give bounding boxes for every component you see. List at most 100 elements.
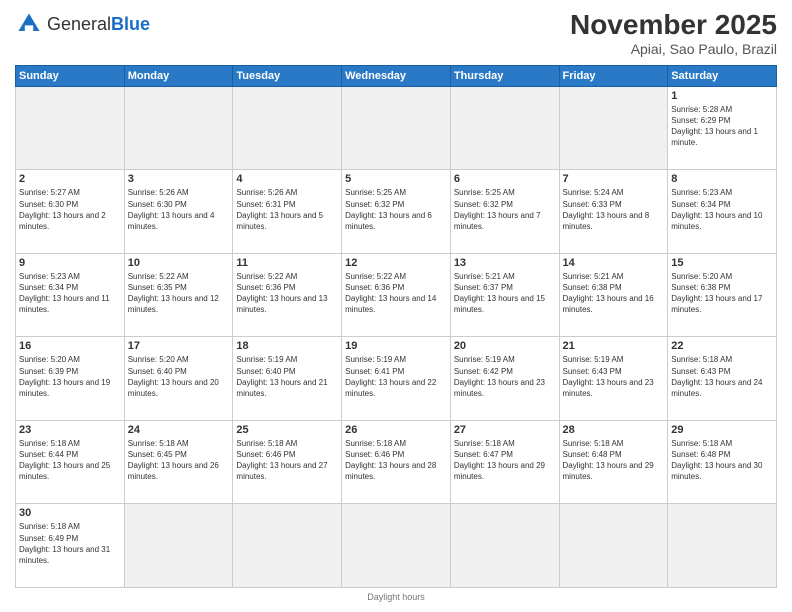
- day-number: 12: [345, 257, 447, 269]
- day-number: 16: [19, 340, 121, 352]
- day-info: Sunrise: 5:18 AMSunset: 6:44 PMDaylight:…: [19, 438, 121, 483]
- day-number: 6: [454, 173, 556, 185]
- calendar-cell: [342, 86, 451, 170]
- col-header-sunday: Sunday: [16, 65, 125, 86]
- calendar-cell: 19 Sunrise: 5:19 AMSunset: 6:41 PMDayligh…: [342, 337, 451, 421]
- footer-note: Daylight hours: [15, 592, 777, 602]
- day-info: Sunrise: 5:23 AMSunset: 6:34 PMDaylight:…: [19, 271, 121, 316]
- day-info: Sunrise: 5:21 AMSunset: 6:38 PMDaylight:…: [563, 271, 665, 316]
- day-info: Sunrise: 5:21 AMSunset: 6:37 PMDaylight:…: [454, 271, 556, 316]
- calendar-cell: [559, 504, 668, 588]
- day-info: Sunrise: 5:22 AMSunset: 6:36 PMDaylight:…: [236, 271, 338, 316]
- day-number: 30: [19, 507, 121, 519]
- day-info: Sunrise: 5:18 AMSunset: 6:43 PMDaylight:…: [671, 354, 773, 399]
- day-number: 7: [563, 173, 665, 185]
- calendar-cell: 4Sunrise: 5:26 AMSunset: 6:31 PMDaylight…: [233, 170, 342, 254]
- day-number: 11: [236, 257, 338, 269]
- calendar-cell: 12 Sunrise: 5:22 AMSunset: 6:36 PMDayligh…: [342, 253, 451, 337]
- day-number: 20: [454, 340, 556, 352]
- col-header-wednesday: Wednesday: [342, 65, 451, 86]
- day-info: Sunrise: 5:25 AMSunset: 6:32 PMDaylight:…: [345, 187, 447, 232]
- calendar-cell: 21Sunrise: 5:19 AMSunset: 6:43 PMDayligh…: [559, 337, 668, 421]
- generalblue-logo-icon: [15, 10, 43, 38]
- day-number: 28: [563, 424, 665, 436]
- calendar-cell: 11 Sunrise: 5:22 AMSunset: 6:36 PMDayligh…: [233, 253, 342, 337]
- calendar-table: SundayMondayTuesdayWednesdayThursdayFrid…: [15, 65, 777, 588]
- calendar-cell: [16, 86, 125, 170]
- logo: GeneralBlue: [15, 10, 150, 38]
- day-info: Sunrise: 5:18 AMSunset: 6:46 PMDaylight:…: [236, 438, 338, 483]
- day-number: 25: [236, 424, 338, 436]
- col-header-monday: Monday: [124, 65, 233, 86]
- page: GeneralBlue November 2025 Apiai, Sao Pau…: [0, 0, 792, 612]
- logo-general: General: [47, 14, 111, 34]
- month-title: November 2025: [570, 10, 777, 41]
- calendar-cell: 25 Sunrise: 5:18 AMSunset: 6:46 PMDayligh…: [233, 420, 342, 504]
- day-number: 8: [671, 173, 773, 185]
- day-number: 29: [671, 424, 773, 436]
- calendar-cell: 5 Sunrise: 5:25 AMSunset: 6:32 PMDaylight…: [342, 170, 451, 254]
- calendar-cell: [668, 504, 777, 588]
- calendar-cell: 17Sunrise: 5:20 AMSunset: 6:40 PMDayligh…: [124, 337, 233, 421]
- day-number: 9: [19, 257, 121, 269]
- day-info: Sunrise: 5:18 AMSunset: 6:46 PMDaylight:…: [345, 438, 447, 483]
- day-number: 5: [345, 173, 447, 185]
- day-info: Sunrise: 5:19 AMSunset: 6:41 PMDaylight:…: [345, 354, 447, 399]
- day-info: Sunrise: 5:18 AMSunset: 6:45 PMDaylight:…: [128, 438, 230, 483]
- col-header-tuesday: Tuesday: [233, 65, 342, 86]
- day-info: Sunrise: 5:20 AMSunset: 6:38 PMDaylight:…: [671, 271, 773, 316]
- day-number: 15: [671, 257, 773, 269]
- day-info: Sunrise: 5:19 AMSunset: 6:40 PMDaylight:…: [236, 354, 338, 399]
- day-info: Sunrise: 5:22 AMSunset: 6:35 PMDaylight:…: [128, 271, 230, 316]
- day-info: Sunrise: 5:19 AMSunset: 6:43 PMDaylight:…: [563, 354, 665, 399]
- day-info: Sunrise: 5:22 AMSunset: 6:36 PMDaylight:…: [345, 271, 447, 316]
- day-number: 24: [128, 424, 230, 436]
- calendar-cell: 1Sunrise: 5:28 AMSunset: 6:29 PMDaylight…: [668, 86, 777, 170]
- calendar-cell: 23 Sunrise: 5:18 AMSunset: 6:44 PMDayligh…: [16, 420, 125, 504]
- calendar-cell: [233, 86, 342, 170]
- day-number: 1: [671, 90, 773, 102]
- calendar-cell: 6 Sunrise: 5:25 AMSunset: 6:32 PMDaylight…: [450, 170, 559, 254]
- day-info: Sunrise: 5:23 AMSunset: 6:34 PMDaylight:…: [671, 187, 773, 232]
- day-info: Sunrise: 5:27 AMSunset: 6:30 PMDaylight:…: [19, 187, 121, 232]
- calendar-cell: 26 Sunrise: 5:18 AMSunset: 6:46 PMDayligh…: [342, 420, 451, 504]
- col-header-saturday: Saturday: [668, 65, 777, 86]
- day-number: 27: [454, 424, 556, 436]
- logo-blue: Blue: [111, 14, 150, 34]
- calendar-cell: 8 Sunrise: 5:23 AMSunset: 6:34 PMDaylight…: [668, 170, 777, 254]
- calendar-cell: 9 Sunrise: 5:23 AMSunset: 6:34 PMDaylight…: [16, 253, 125, 337]
- title-block: November 2025 Apiai, Sao Paulo, Brazil: [570, 10, 777, 57]
- day-info: Sunrise: 5:25 AMSunset: 6:32 PMDaylight:…: [454, 187, 556, 232]
- day-number: 23: [19, 424, 121, 436]
- calendar-cell: 28 Sunrise: 5:18 AMSunset: 6:48 PMDayligh…: [559, 420, 668, 504]
- day-number: 18: [236, 340, 338, 352]
- calendar-cell: [559, 86, 668, 170]
- day-info: Sunrise: 5:26 AMSunset: 6:31 PMDaylight:…: [236, 187, 338, 232]
- calendar-cell: [342, 504, 451, 588]
- calendar-cell: 10Sunrise: 5:22 AMSunset: 6:35 PMDayligh…: [124, 253, 233, 337]
- calendar-cell: [450, 504, 559, 588]
- day-number: 26: [345, 424, 447, 436]
- calendar-cell: [233, 504, 342, 588]
- header: GeneralBlue November 2025 Apiai, Sao Pau…: [15, 10, 777, 57]
- calendar-cell: 16 Sunrise: 5:20 AMSunset: 6:39 PMDayligh…: [16, 337, 125, 421]
- calendar-cell: 30 Sunrise: 5:18 AMSunset: 6:49 PMDayligh…: [16, 504, 125, 588]
- calendar-cell: [124, 504, 233, 588]
- calendar-cell: 13Sunrise: 5:21 AMSunset: 6:37 PMDayligh…: [450, 253, 559, 337]
- calendar-cell: 15 Sunrise: 5:20 AMSunset: 6:38 PMDayligh…: [668, 253, 777, 337]
- calendar-cell: 22 Sunrise: 5:18 AMSunset: 6:43 PMDayligh…: [668, 337, 777, 421]
- calendar-cell: 2Sunrise: 5:27 AMSunset: 6:30 PMDaylight…: [16, 170, 125, 254]
- calendar-cell: [450, 86, 559, 170]
- location: Apiai, Sao Paulo, Brazil: [570, 41, 777, 57]
- calendar-cell: 24 Sunrise: 5:18 AMSunset: 6:45 PMDayligh…: [124, 420, 233, 504]
- day-number: 22: [671, 340, 773, 352]
- day-info: Sunrise: 5:18 AMSunset: 6:48 PMDaylight:…: [563, 438, 665, 483]
- logo-text: GeneralBlue: [47, 15, 150, 33]
- day-info: Sunrise: 5:20 AMSunset: 6:39 PMDaylight:…: [19, 354, 121, 399]
- calendar-cell: 14Sunrise: 5:21 AMSunset: 6:38 PMDayligh…: [559, 253, 668, 337]
- day-number: 19: [345, 340, 447, 352]
- day-info: Sunrise: 5:18 AMSunset: 6:49 PMDaylight:…: [19, 521, 121, 566]
- day-info: Sunrise: 5:18 AMSunset: 6:47 PMDaylight:…: [454, 438, 556, 483]
- day-number: 3: [128, 173, 230, 185]
- calendar-cell: 29Sunrise: 5:18 AMSunset: 6:48 PMDayligh…: [668, 420, 777, 504]
